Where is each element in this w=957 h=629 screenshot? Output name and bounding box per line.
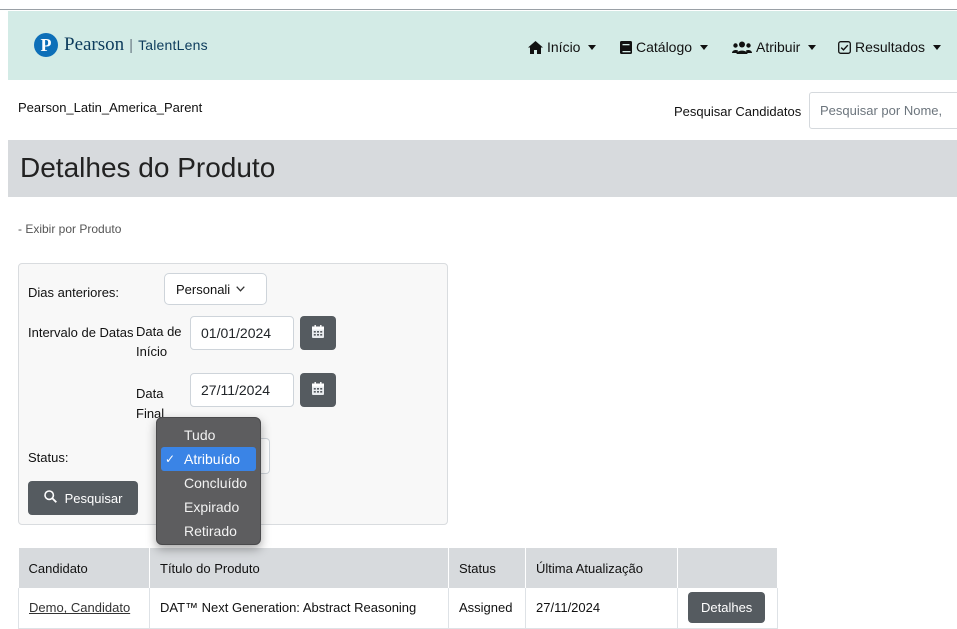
cell-action: Detalhes bbox=[677, 588, 778, 629]
home-icon bbox=[528, 40, 543, 54]
days-select-value: Personali bbox=[176, 281, 231, 297]
brand-logo[interactable]: P Pearson | TalentLens bbox=[34, 33, 208, 57]
end-date-calendar-button[interactable] bbox=[300, 373, 336, 407]
book-icon bbox=[620, 40, 632, 54]
pearson-logo-icon: P bbox=[34, 33, 58, 57]
column-header-product[interactable]: Título do Produto bbox=[149, 548, 449, 588]
status-option-atribuido[interactable]: ✓ Atribuído bbox=[161, 447, 256, 471]
caret-down-icon bbox=[808, 44, 817, 50]
candidate-link[interactable]: Demo, Candidato bbox=[29, 600, 130, 615]
brand-name: Pearson bbox=[64, 34, 125, 55]
column-header-actions bbox=[677, 548, 778, 588]
nav-catalogo[interactable]: Catálogo bbox=[620, 39, 709, 55]
view-by-product-link[interactable]: - Exibir por Produto bbox=[18, 222, 121, 236]
days-select[interactable]: Personali bbox=[164, 273, 267, 305]
cell-updated: 27/11/2024 bbox=[525, 588, 678, 629]
status-option-retirado[interactable]: Retirado bbox=[161, 519, 256, 543]
check-square-icon bbox=[838, 40, 851, 54]
column-header-status[interactable]: Status bbox=[448, 548, 526, 588]
top-border bbox=[0, 0, 957, 10]
page-title-bar: Detalhes do Produto bbox=[8, 140, 957, 197]
option-label: Retirado bbox=[184, 523, 237, 539]
brand-separator: | bbox=[129, 36, 134, 54]
cell-status: Assigned bbox=[448, 588, 526, 629]
caret-down-icon bbox=[700, 44, 709, 50]
table-row: Demo, Candidato DAT™ Next Generation: Ab… bbox=[18, 588, 778, 629]
nav-inicio[interactable]: Início bbox=[528, 39, 597, 55]
navbar: P Pearson | TalentLens Início Catálogo A… bbox=[8, 11, 957, 80]
column-header-candidate[interactable]: Candidato bbox=[18, 548, 150, 588]
nav-label: Início bbox=[547, 39, 581, 55]
status-option-expirado[interactable]: Expirado bbox=[161, 495, 256, 519]
calendar-icon bbox=[312, 325, 324, 341]
search-icon bbox=[43, 490, 65, 506]
start-date-input[interactable] bbox=[190, 316, 294, 350]
results-table: Candidato Título do Produto Status Últim… bbox=[18, 548, 778, 629]
days-label: Dias anteriores: bbox=[28, 285, 120, 300]
date-range-label: Intervalo de Datas bbox=[28, 325, 134, 340]
chevron-down-icon bbox=[236, 284, 245, 295]
nav-label: Atribuir bbox=[756, 39, 801, 55]
status-dropdown-menu: Tudo ✓ Atribuído Concluído Expirado Retir… bbox=[156, 417, 261, 545]
page-title: Detalhes do Produto bbox=[20, 152, 276, 183]
organization-name: Pearson_Latin_America_Parent bbox=[18, 100, 203, 115]
start-date-label: Data de Início bbox=[136, 324, 182, 359]
nav-label: Catálogo bbox=[636, 39, 693, 55]
cell-candidate: Demo, Candidato bbox=[18, 588, 150, 629]
cell-product: DAT™ Next Generation: Abstract Reasoning bbox=[149, 588, 449, 629]
status-label: Status: bbox=[28, 450, 69, 465]
users-icon bbox=[732, 41, 752, 54]
status-option-concluido[interactable]: Concluído bbox=[161, 471, 256, 495]
option-label: Expirado bbox=[184, 499, 240, 515]
status-option-tudo[interactable]: Tudo bbox=[161, 423, 256, 447]
brand-subtitle: TalentLens bbox=[138, 37, 208, 53]
search-candidates-label: Pesquisar Candidatos bbox=[674, 104, 802, 119]
nav-resultados[interactable]: Resultados bbox=[838, 39, 942, 55]
search-button[interactable]: Pesquisar bbox=[28, 481, 138, 515]
details-button[interactable]: Detalhes bbox=[688, 592, 766, 624]
checkmark-icon: ✓ bbox=[165, 452, 176, 466]
calendar-icon bbox=[312, 382, 324, 398]
option-label: Atribuído bbox=[184, 451, 241, 467]
nav-atribuir[interactable]: Atribuir bbox=[732, 39, 817, 55]
table-header-row: Candidato Título do Produto Status Últim… bbox=[18, 548, 778, 588]
caret-down-icon bbox=[588, 44, 597, 50]
column-header-updated[interactable]: Última Atualização bbox=[525, 548, 678, 588]
search-candidates-input[interactable] bbox=[809, 92, 957, 129]
caret-down-icon bbox=[933, 44, 942, 50]
end-date-input[interactable] bbox=[190, 373, 294, 407]
option-label: Tudo bbox=[184, 427, 216, 443]
start-date-calendar-button[interactable] bbox=[300, 316, 336, 350]
option-label: Concluído bbox=[184, 475, 248, 491]
search-button-label: Pesquisar bbox=[64, 490, 123, 506]
nav-label: Resultados bbox=[855, 39, 926, 55]
